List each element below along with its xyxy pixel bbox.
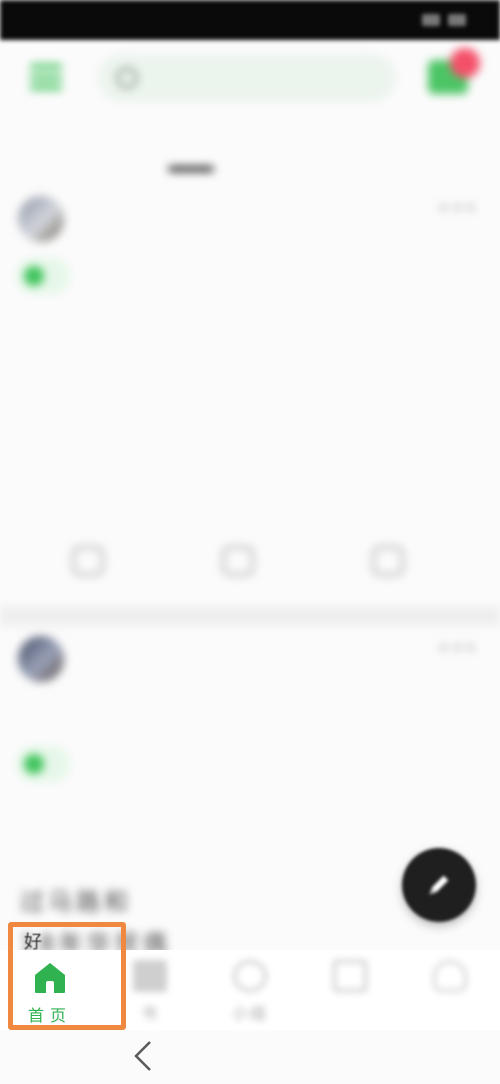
post-line [20, 312, 480, 354]
post-line [20, 798, 480, 840]
post-line [20, 396, 480, 438]
topic-tag[interactable] [16, 746, 70, 782]
search-input[interactable] [98, 54, 396, 102]
comment-icon [222, 546, 254, 576]
status-indicators [422, 14, 474, 26]
signal-icon [422, 14, 440, 26]
post-divider [0, 606, 500, 626]
nav-market[interactable] [300, 950, 400, 1030]
more-icon[interactable] [440, 204, 474, 212]
nav-home-label: 首页 [27, 1006, 72, 1025]
post-line [20, 438, 480, 480]
nav-book[interactable]: 书 [100, 950, 200, 1030]
book-icon [133, 960, 167, 992]
post-actions [0, 540, 500, 590]
top-bar [0, 40, 500, 116]
post-line [20, 354, 480, 396]
nav-circle[interactable]: 小组 [200, 950, 300, 1030]
post-line [20, 480, 480, 522]
share-button[interactable] [372, 546, 414, 576]
topic-icon [24, 754, 44, 774]
pencil-icon [429, 875, 449, 895]
nav-book-label: 书 [140, 1004, 159, 1023]
nav-me[interactable] [400, 950, 500, 1030]
topic-icon [24, 266, 44, 286]
system-nav-bar [0, 1030, 500, 1084]
post-body[interactable] [20, 312, 480, 522]
status-bar [0, 0, 500, 40]
market-icon [333, 960, 367, 992]
feed-post[interactable] [0, 186, 500, 606]
active-tab-indicator [168, 166, 214, 172]
circle-icon [233, 960, 267, 992]
thumbs-up-icon [72, 546, 104, 576]
feed-post[interactable]: 过马路和 18年华贸偶 [0, 626, 500, 1006]
menu-icon[interactable] [30, 60, 62, 94]
topic-tag[interactable] [16, 258, 70, 294]
more-icon[interactable] [440, 644, 474, 652]
avatar[interactable] [18, 196, 64, 242]
profile-icon [433, 960, 467, 992]
back-arrow-icon[interactable] [128, 1038, 158, 1074]
search-icon [116, 67, 138, 89]
nav-circle-label: 小组 [231, 1004, 268, 1023]
nav-home[interactable]: 首页 [0, 950, 100, 1030]
compose-button[interactable] [402, 848, 476, 922]
share-icon [372, 546, 404, 576]
feed-tabs [0, 126, 500, 182]
bottom-nav: 首页 书 小组 [0, 950, 500, 1030]
app-screen: 过马路和 18年华贸偶 首页 书 小组 好 [0, 0, 500, 1084]
notification-badge [450, 48, 480, 78]
text-fragment: 好 [24, 932, 42, 953]
like-button[interactable] [72, 546, 114, 576]
home-icon [35, 963, 65, 993]
battery-icon [448, 14, 466, 26]
comment-button[interactable] [222, 546, 264, 576]
avatar[interactable] [18, 636, 64, 682]
